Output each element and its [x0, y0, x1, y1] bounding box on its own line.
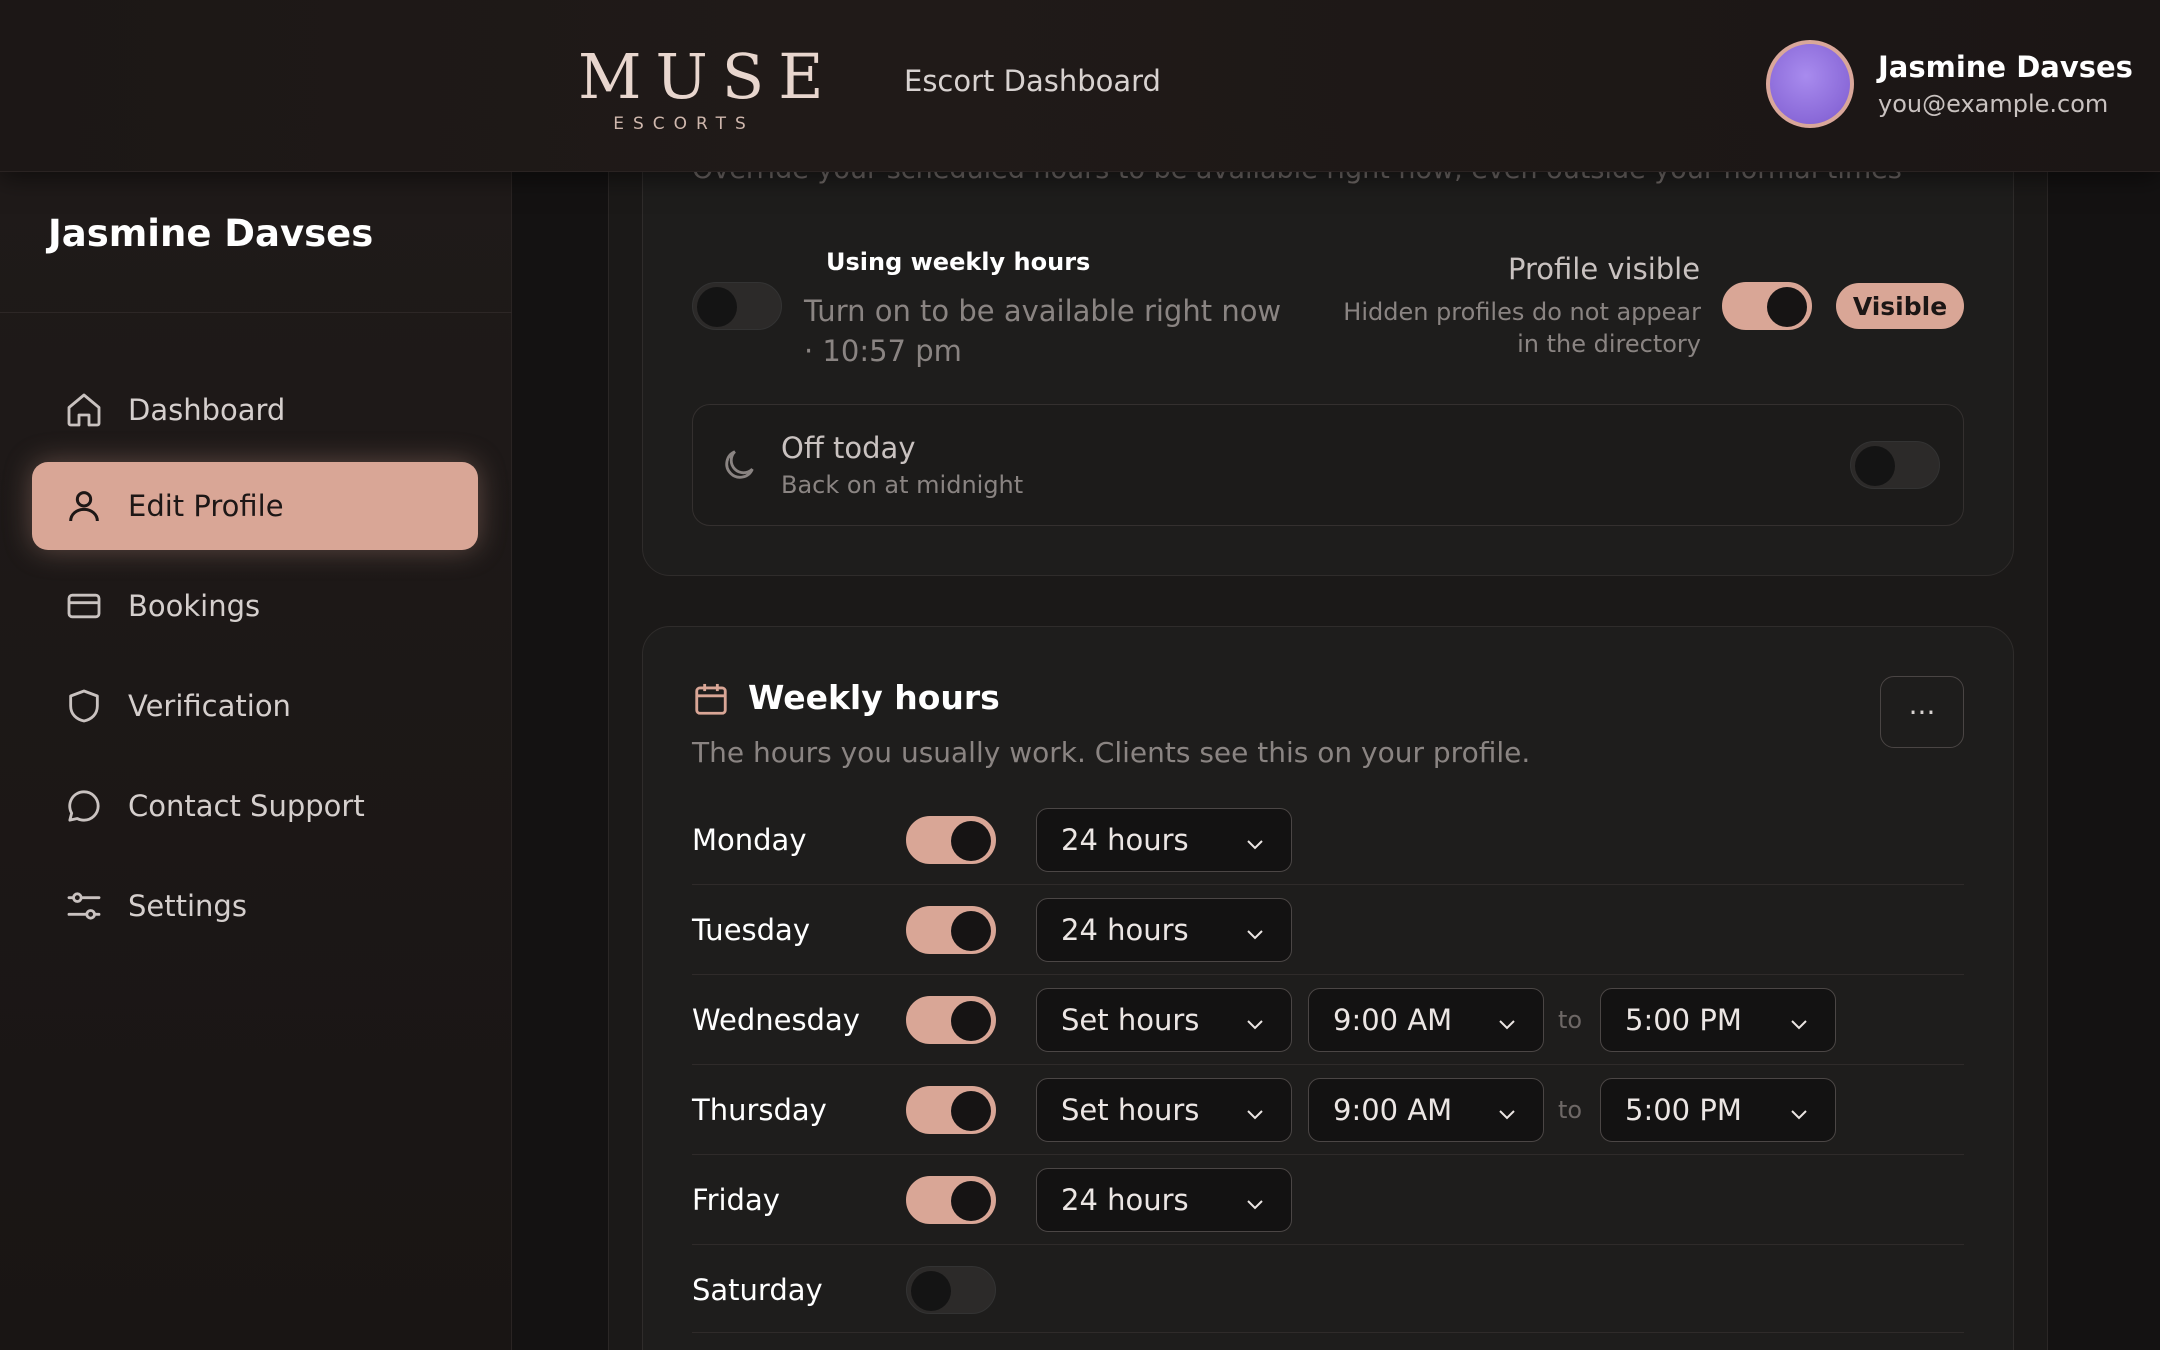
row-divider [692, 1244, 1964, 1245]
day-label-monday: Monday [692, 823, 807, 857]
select-value: Set hours [1061, 1003, 1200, 1037]
select-value: 5:00 PM [1625, 1003, 1742, 1037]
off-today-toggle[interactable] [1850, 441, 1940, 489]
sidebar-item-bookings[interactable]: Bookings [32, 562, 478, 650]
credit-card-icon [64, 586, 104, 626]
day-toggle-wednesday[interactable] [906, 996, 996, 1044]
sidebar-item-settings[interactable]: Settings [32, 862, 478, 950]
day-toggle-tuesday[interactable] [906, 906, 996, 954]
select-value: 9:00 AM [1333, 1093, 1453, 1127]
visible-status-badge: Visible [1836, 283, 1964, 329]
chat-bubble-icon [64, 786, 104, 826]
chevron-down-icon [1787, 1009, 1811, 1043]
chevron-down-icon [1495, 1009, 1519, 1043]
sidebar-user-name: Jasmine Davses [48, 212, 374, 255]
shield-icon [64, 686, 104, 726]
user-icon [64, 486, 104, 526]
home-icon [64, 390, 104, 430]
row-divider [692, 974, 1964, 975]
to-label: to [1558, 1006, 1583, 1034]
day-toggle-monday[interactable] [906, 816, 996, 864]
day-label-saturday: Saturday [692, 1273, 823, 1307]
sidebar-item-dashboard[interactable]: Dashboard [32, 366, 478, 454]
day-toggle-saturday[interactable] [906, 1266, 996, 1314]
row-divider [692, 1332, 1964, 1333]
sidebar-item-label: Verification [128, 689, 291, 723]
logo-wordmark: MUSE [578, 40, 838, 113]
day-mode-select-tuesday[interactable]: 24 hours [1036, 898, 1292, 962]
calendar-icon [692, 680, 730, 722]
day-toggle-friday[interactable] [906, 1176, 996, 1224]
start-time-select-thursday[interactable]: 9:00 AM [1308, 1078, 1544, 1142]
off-today-row: Off today Back on at midnight [692, 404, 1964, 526]
weekly-hours-title: Weekly hours [748, 678, 1000, 717]
day-toggle-thursday[interactable] [906, 1086, 996, 1134]
sidebar-item-contact-support[interactable]: Contact Support [32, 762, 478, 850]
select-value: Set hours [1061, 1093, 1200, 1127]
to-label: to [1558, 1096, 1583, 1124]
end-time-select-thursday[interactable]: 5:00 PM [1600, 1078, 1836, 1142]
chevron-down-icon [1243, 829, 1267, 863]
day-label-friday: Friday [692, 1183, 780, 1217]
chevron-down-icon [1787, 1099, 1811, 1133]
header-user-name: Jasmine Davses [1878, 50, 2133, 84]
day-mode-select-monday[interactable]: 24 hours [1036, 808, 1292, 872]
chevron-down-icon [1243, 919, 1267, 953]
more-options-button[interactable]: ··· [1880, 676, 1964, 748]
weekly-hours-status: Using weekly hours [826, 248, 1091, 276]
avatar[interactable] [1766, 40, 1854, 128]
select-value: 9:00 AM [1333, 1003, 1453, 1037]
sidebar-item-edit-profile[interactable]: Edit Profile [32, 462, 478, 550]
profile-visible-toggle[interactable] [1722, 282, 1812, 330]
off-today-description: Back on at midnight [781, 471, 1024, 499]
day-mode-select-thursday[interactable]: Set hours [1036, 1078, 1292, 1142]
available-now-line1: Turn on to be available right now [804, 294, 1282, 328]
day-mode-select-friday[interactable]: 24 hours [1036, 1168, 1292, 1232]
sliders-icon [64, 886, 104, 926]
day-label-wednesday: Wednesday [692, 1003, 860, 1037]
header-user-email: you@example.com [1878, 90, 2109, 118]
sidebar-item-label: Bookings [128, 589, 261, 623]
logo-subtitle: ESCORTS [613, 114, 755, 134]
chevron-down-icon [1243, 1189, 1267, 1223]
end-time-select-wednesday[interactable]: 5:00 PM [1600, 988, 1836, 1052]
day-label-thursday: Thursday [692, 1093, 827, 1127]
profile-visible-desc-2: in the directory [1517, 330, 1701, 358]
available-now-time: · 10:57 pm [804, 334, 962, 368]
row-divider [692, 1154, 1964, 1155]
row-divider [692, 884, 1964, 885]
page-title: Escort Dashboard [904, 64, 1161, 98]
select-value: 24 hours [1061, 913, 1189, 947]
sidebar-item-label: Settings [128, 889, 247, 923]
profile-visible-desc-1: Hidden profiles do not appear [1343, 298, 1701, 326]
off-today-title: Off today [781, 431, 916, 465]
moon-icon [719, 445, 759, 489]
available-now-toggle[interactable] [692, 282, 782, 330]
chevron-down-icon [1243, 1099, 1267, 1133]
day-mode-select-wednesday[interactable]: Set hours [1036, 988, 1292, 1052]
select-value: 24 hours [1061, 1183, 1189, 1217]
weekly-hours-subtitle: The hours you usually work. Clients see … [692, 736, 1531, 769]
top-header: MUSE ESCORTS Escort Dashboard Jasmine Da… [0, 0, 2160, 172]
sidebar-divider [0, 312, 512, 313]
sidebar-item-label: Edit Profile [128, 489, 284, 523]
start-time-select-wednesday[interactable]: 9:00 AM [1308, 988, 1544, 1052]
sidebar-item-label: Contact Support [128, 789, 365, 823]
day-label-tuesday: Tuesday [692, 913, 810, 947]
select-value: 24 hours [1061, 823, 1189, 857]
brand-logo[interactable]: MUSE ESCORTS [578, 40, 838, 135]
select-value: 5:00 PM [1625, 1093, 1742, 1127]
chevron-down-icon [1495, 1099, 1519, 1133]
chevron-down-icon [1243, 1009, 1267, 1043]
row-divider [692, 1064, 1964, 1065]
sidebar-item-verification[interactable]: Verification [32, 662, 478, 750]
sidebar: Jasmine Davses Dashboard Edit Profile Bo… [0, 172, 512, 1350]
sidebar-item-label: Dashboard [128, 393, 286, 427]
profile-visible-label: Profile visible [1508, 252, 1701, 286]
